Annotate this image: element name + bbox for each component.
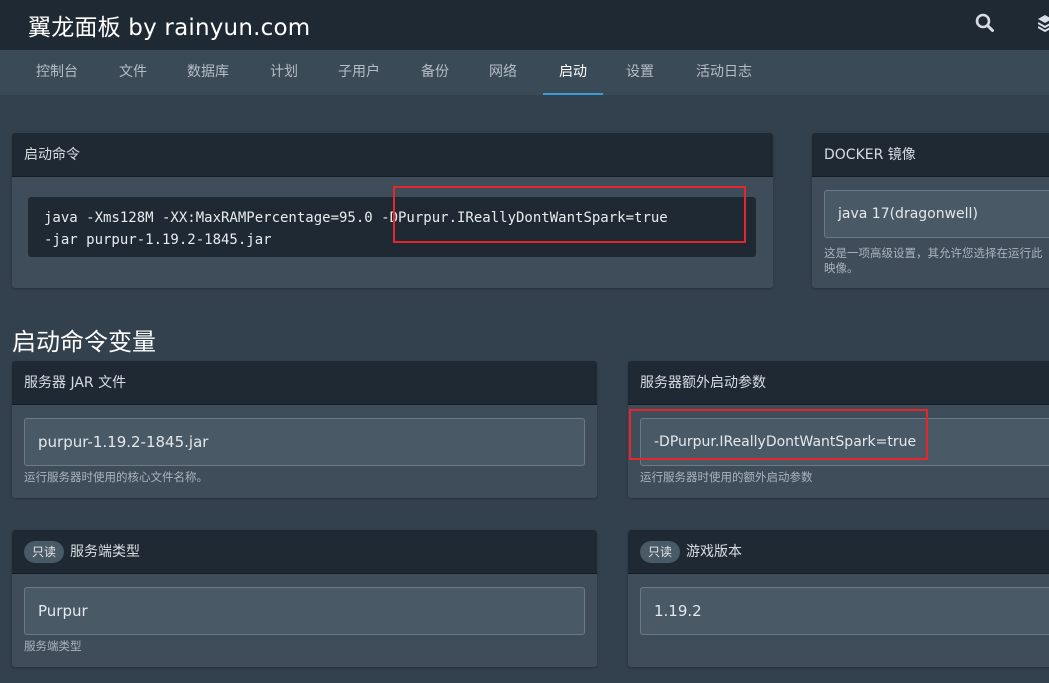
command-line-2: -jar purpur-1.19.2-1845.jar (44, 232, 272, 248)
jar-file-input[interactable]: purpur-1.19.2-1845.jar (24, 418, 585, 466)
tab-activity-log[interactable]: 活动日志 (684, 50, 764, 95)
docker-help-line-2: 映像。 (824, 261, 859, 275)
extra-params-title: 服务器额外启动参数 (628, 361, 1049, 405)
docker-help-line-1: 这是一项高级设置，其允许您选择在运行此 (824, 246, 1043, 260)
readonly-badge: 只读 (640, 541, 681, 563)
extra-params-panel: 服务器额外启动参数 -DPurpur.IReallyDontWantSpark=… (628, 361, 1049, 498)
game-version-input: 1.19.2 (640, 587, 1049, 635)
extra-params-help: 运行服务器时使用的额外启动参数 (640, 470, 813, 484)
server-type-input: Purpur (24, 587, 585, 635)
tab-subusers[interactable]: 子用户 (326, 50, 392, 95)
tab-backups[interactable]: 备份 (409, 50, 461, 95)
tab-console[interactable]: 控制台 (24, 50, 90, 95)
top-bar: 翼龙面板 by rainyun.com (0, 0, 1049, 50)
extra-params-input[interactable]: -DPurpur.IReallyDontWantSpark=true (640, 418, 1049, 466)
docker-image-help: 这是一项高级设置，其允许您选择在运行此 映像。 (824, 246, 1049, 276)
tab-databases[interactable]: 数据库 (175, 50, 241, 95)
tab-startup[interactable]: 启动 (543, 50, 603, 95)
command-line-1: java -Xms128M -XX:MaxRAMPercentage=95.0 … (44, 210, 668, 226)
game-version-header: 只读 游戏版本 (628, 530, 1049, 574)
server-type-help: 服务端类型 (24, 639, 82, 653)
readonly-badge: 只读 (24, 541, 65, 563)
layers-icon[interactable] (1038, 12, 1049, 34)
tab-settings[interactable]: 设置 (614, 50, 666, 95)
variables-section-title: 启动命令变量 (12, 328, 156, 356)
tab-schedules[interactable]: 计划 (258, 50, 310, 95)
server-type-title: 服务端类型 (70, 544, 141, 560)
game-version-title: 游戏版本 (686, 544, 743, 560)
jar-file-panel: 服务器 JAR 文件 purpur-1.19.2-1845.jar 运行服务器时… (12, 361, 597, 498)
docker-image-panel: DOCKER 镜像 java 17(dragonwell) 这是一项高级设置，其… (812, 133, 1049, 288)
server-type-header: 只读 服务端类型 (12, 530, 597, 574)
search-icon[interactable] (975, 12, 995, 34)
jar-file-help: 运行服务器时使用的核心文件名称。 (24, 470, 208, 484)
nav-tabs: 控制台 文件 数据库 计划 子用户 备份 网络 启动 设置 活动日志 (0, 50, 1049, 95)
game-version-panel: 只读 游戏版本 1.19.2 (628, 530, 1049, 667)
server-type-panel: 只读 服务端类型 Purpur 服务端类型 (12, 530, 597, 667)
tab-network[interactable]: 网络 (477, 50, 529, 95)
jar-file-title: 服务器 JAR 文件 (12, 361, 597, 405)
startup-command-code: java -Xms128M -XX:MaxRAMPercentage=95.0 … (28, 197, 756, 257)
app-title[interactable]: 翼龙面板 by rainyun.com (28, 8, 310, 42)
startup-command-panel: 启动命令 java -Xms128M -XX:MaxRAMPercentage=… (12, 133, 773, 288)
startup-command-title: 启动命令 (12, 133, 773, 177)
docker-image-select[interactable]: java 17(dragonwell) (824, 190, 1049, 238)
docker-image-title: DOCKER 镜像 (812, 133, 1049, 177)
tab-files[interactable]: 文件 (107, 50, 159, 95)
